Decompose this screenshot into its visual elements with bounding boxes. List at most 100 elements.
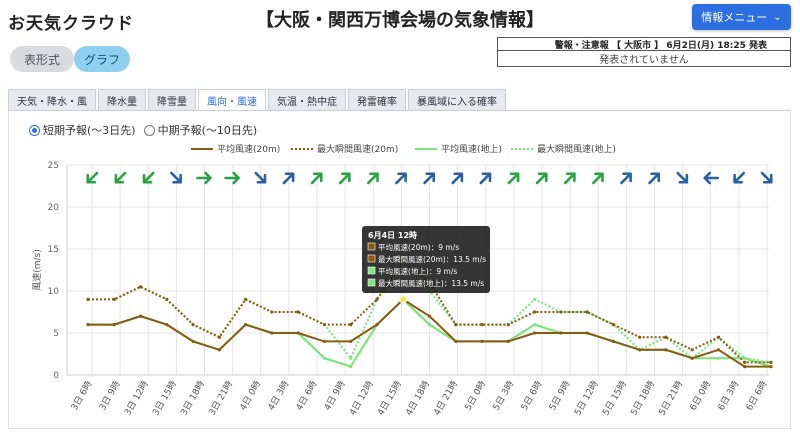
data-point[interactable] [454,339,458,343]
y-tick-label: 0 [53,371,59,381]
data-point[interactable] [138,314,143,318]
data-point[interactable] [191,339,195,343]
y-tick-label: 5 [53,329,59,339]
legend-label[interactable]: 平均風速(地上) [441,143,502,155]
tooltip-row: 最大瞬間風速(20m)：13.5 m/s [378,254,486,264]
data-point[interactable] [611,339,615,343]
tooltip-row: 平均風速(地上)：9 m/s [378,266,457,276]
data-point[interactable] [244,297,248,301]
data-point[interactable] [480,323,484,327]
data-point[interactable] [690,356,694,360]
tooltip-swatch [367,266,376,275]
data-point[interactable] [585,310,589,314]
data-point[interactable] [480,339,484,343]
data-point[interactable] [664,348,668,352]
data-point[interactable] [296,331,300,335]
data-point[interactable] [349,365,353,369]
y-tick-label: 25 [48,161,59,171]
data-point[interactable] [165,323,169,327]
y-tick-label: 20 [48,203,60,213]
data-point[interactable] [454,323,458,327]
data-point[interactable] [716,356,721,360]
x-tick-label: 4日 0時 [238,379,264,412]
data-point[interactable] [270,310,274,314]
data-point[interactable] [716,335,721,339]
data-point[interactable] [112,297,116,301]
data-point[interactable] [112,323,116,327]
legend-label[interactable]: 最大瞬間風速(地上) [537,143,616,155]
data-point[interactable] [427,323,432,327]
x-tick-label: 4日 18時 [404,379,433,417]
data-point[interactable] [427,314,432,318]
data-point[interactable] [532,297,537,301]
data-point[interactable] [743,356,747,360]
data-point[interactable] [296,310,300,314]
data-point[interactable] [138,285,143,289]
data-point[interactable] [532,323,537,327]
data-point[interactable] [270,331,274,335]
x-tick-label: 5日 12時 [572,379,601,417]
data-point[interactable] [375,297,379,301]
data-point[interactable] [585,331,589,335]
x-tick-label: 4日 6時 [294,379,320,412]
data-point[interactable] [86,297,90,301]
data-point[interactable] [244,323,248,327]
data-point[interactable] [532,310,537,314]
x-tick-label: 6日 6時 [744,379,770,412]
tooltip-row: 平均風速(20m)：9 m/s [378,242,459,252]
data-point[interactable] [86,323,90,327]
x-tick-label: 5日 15時 [600,379,629,417]
x-tick-label: 3日 21時 [207,379,236,417]
data-point[interactable] [743,365,747,369]
data-point[interactable] [716,348,721,352]
data-point[interactable] [506,339,510,343]
data-point[interactable] [349,356,353,360]
data-point[interactable] [322,323,327,327]
wind-speed-chart: 0 5 10 15 20 25 3日 6時 3日 9時 3日 12時 3日 15時 3日 18時 3日… [32,143,773,417]
tooltip-row: 最大瞬間風速(地上)：13.5 m/s [378,278,484,288]
tooltip-title: 6月4日 12時 [368,230,417,240]
data-point[interactable] [559,310,563,314]
data-point[interactable] [690,348,694,352]
data-point[interactable] [559,331,563,335]
y-tick-label: 15 [48,245,59,255]
x-tick-label: 3日 12時 [122,379,151,417]
data-point[interactable] [638,335,642,339]
data-point[interactable] [506,323,510,327]
data-point[interactable] [769,365,773,369]
legend-label[interactable]: 平均風速(20m) [217,143,280,155]
y-tick-label: 10 [48,287,60,297]
y-axis-title: 風速(m/s) [32,249,43,291]
x-tick-label: 5日 0時 [463,379,489,412]
data-point[interactable] [638,348,642,352]
legend-label[interactable]: 最大瞬間風速(20m) [317,143,398,155]
x-tick-label: 4日 15時 [375,379,404,417]
x-tick-label: 5日 21時 [657,379,686,417]
x-tick-label: 4日 3時 [266,379,292,412]
tooltip-swatch [367,254,376,263]
x-tick-label: 4日 21時 [432,379,461,417]
data-point[interactable] [532,331,537,335]
x-tick-label: 4日 9時 [322,379,348,412]
data-point[interactable] [375,323,379,327]
tooltip-swatch [367,242,376,251]
x-tick-label: 5日 6時 [519,379,545,412]
data-point[interactable] [769,360,773,364]
x-tick-label: 3日 18時 [179,379,208,417]
x-tick-label: 5日 18時 [629,379,658,417]
hover-marker [399,295,408,304]
data-point[interactable] [743,360,747,364]
data-point[interactable] [217,335,221,339]
data-point[interactable] [349,339,353,343]
data-point[interactable] [611,323,615,327]
data-point[interactable] [349,323,353,327]
x-tick-label: 3日 9時 [97,379,123,412]
data-point[interactable] [217,348,221,352]
data-point[interactable] [664,335,668,339]
tooltip-swatch [367,278,376,287]
data-point[interactable] [322,356,327,360]
x-tick-label: 5日 3時 [491,379,517,412]
data-point[interactable] [165,297,169,301]
data-point[interactable] [322,339,327,343]
data-point[interactable] [191,323,195,327]
